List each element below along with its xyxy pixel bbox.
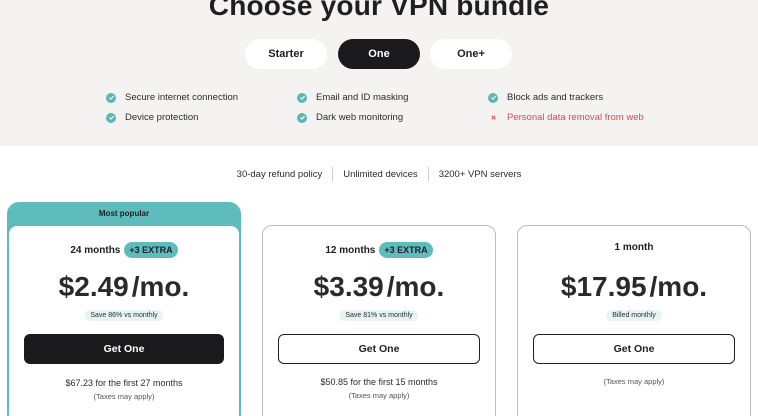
- tab-one[interactable]: One: [338, 39, 420, 69]
- tab-starter[interactable]: Starter: [245, 39, 327, 69]
- perks-bar: 30-day refund policy Unlimited devices 3…: [0, 167, 758, 181]
- check-icon: [297, 92, 307, 103]
- extra-badge: +3 EXTRA: [379, 242, 433, 258]
- feature-item: Email and ID masking: [297, 92, 408, 103]
- plan-duration: 24 months: [70, 244, 121, 256]
- check-icon: [106, 92, 116, 103]
- perk-servers: 3200+ VPN servers: [438, 168, 522, 180]
- get-one-button[interactable]: Get One: [24, 334, 224, 364]
- plan-card-12-months: 12 months +3 EXTRA $3.39/mo. Save 81% vs…: [262, 225, 496, 416]
- feature-list: Secure internet connection Device protec…: [0, 90, 758, 130]
- billing-badge: Billed monthly: [606, 310, 662, 321]
- get-one-button[interactable]: Get One: [278, 334, 480, 364]
- check-icon: [106, 112, 116, 123]
- plan-duration: 1 month: [614, 242, 654, 253]
- page-title: Choose your VPN bundle: [208, 0, 550, 21]
- plan-price: $17.95/mo.: [560, 271, 708, 302]
- plan-total: $67.23 for the first 27 months: [65, 378, 183, 388]
- check-icon: [297, 112, 307, 123]
- tax-note: (Taxes may apply): [603, 377, 665, 386]
- perk-devices: Unlimited devices: [343, 168, 418, 180]
- check-icon: [488, 92, 498, 103]
- feature-item: Block ads and trackers: [488, 92, 603, 103]
- tax-note: (Taxes may apply): [93, 392, 155, 401]
- tab-one-plus[interactable]: One+: [430, 39, 512, 69]
- savings-badge: Save 81% vs monthly: [339, 310, 419, 321]
- plan-total: $50.85 for the first 15 months: [320, 377, 438, 387]
- cross-icon: [488, 113, 498, 123]
- popular-badge: Most popular: [98, 209, 150, 218]
- get-one-button[interactable]: Get One: [533, 334, 735, 364]
- feature-item: Secure internet connection: [106, 92, 238, 103]
- plan-card-24-months: 24 months +3 EXTRA $2.49/mo. Save 86% vs…: [7, 224, 241, 416]
- extra-badge: +3 EXTRA: [124, 242, 178, 258]
- plan-card-1-month: 1 month $17.95/mo. Billed monthly Get On…: [517, 225, 751, 416]
- perk-refund: 30-day refund policy: [236, 168, 323, 180]
- plan-price: $3.39/mo.: [313, 271, 445, 302]
- savings-badge: Save 86% vs monthly: [84, 310, 164, 321]
- tax-note: (Taxes may apply): [348, 391, 410, 400]
- feature-item: Device protection: [106, 112, 198, 123]
- plan-duration: 12 months: [325, 244, 376, 256]
- plan-price: $2.49/mo.: [58, 271, 190, 302]
- feature-item: Dark web monitoring: [297, 112, 403, 123]
- feature-item-excluded: Personal data removal from web: [488, 112, 644, 123]
- bundle-tabs: Starter One One+: [0, 39, 758, 69]
